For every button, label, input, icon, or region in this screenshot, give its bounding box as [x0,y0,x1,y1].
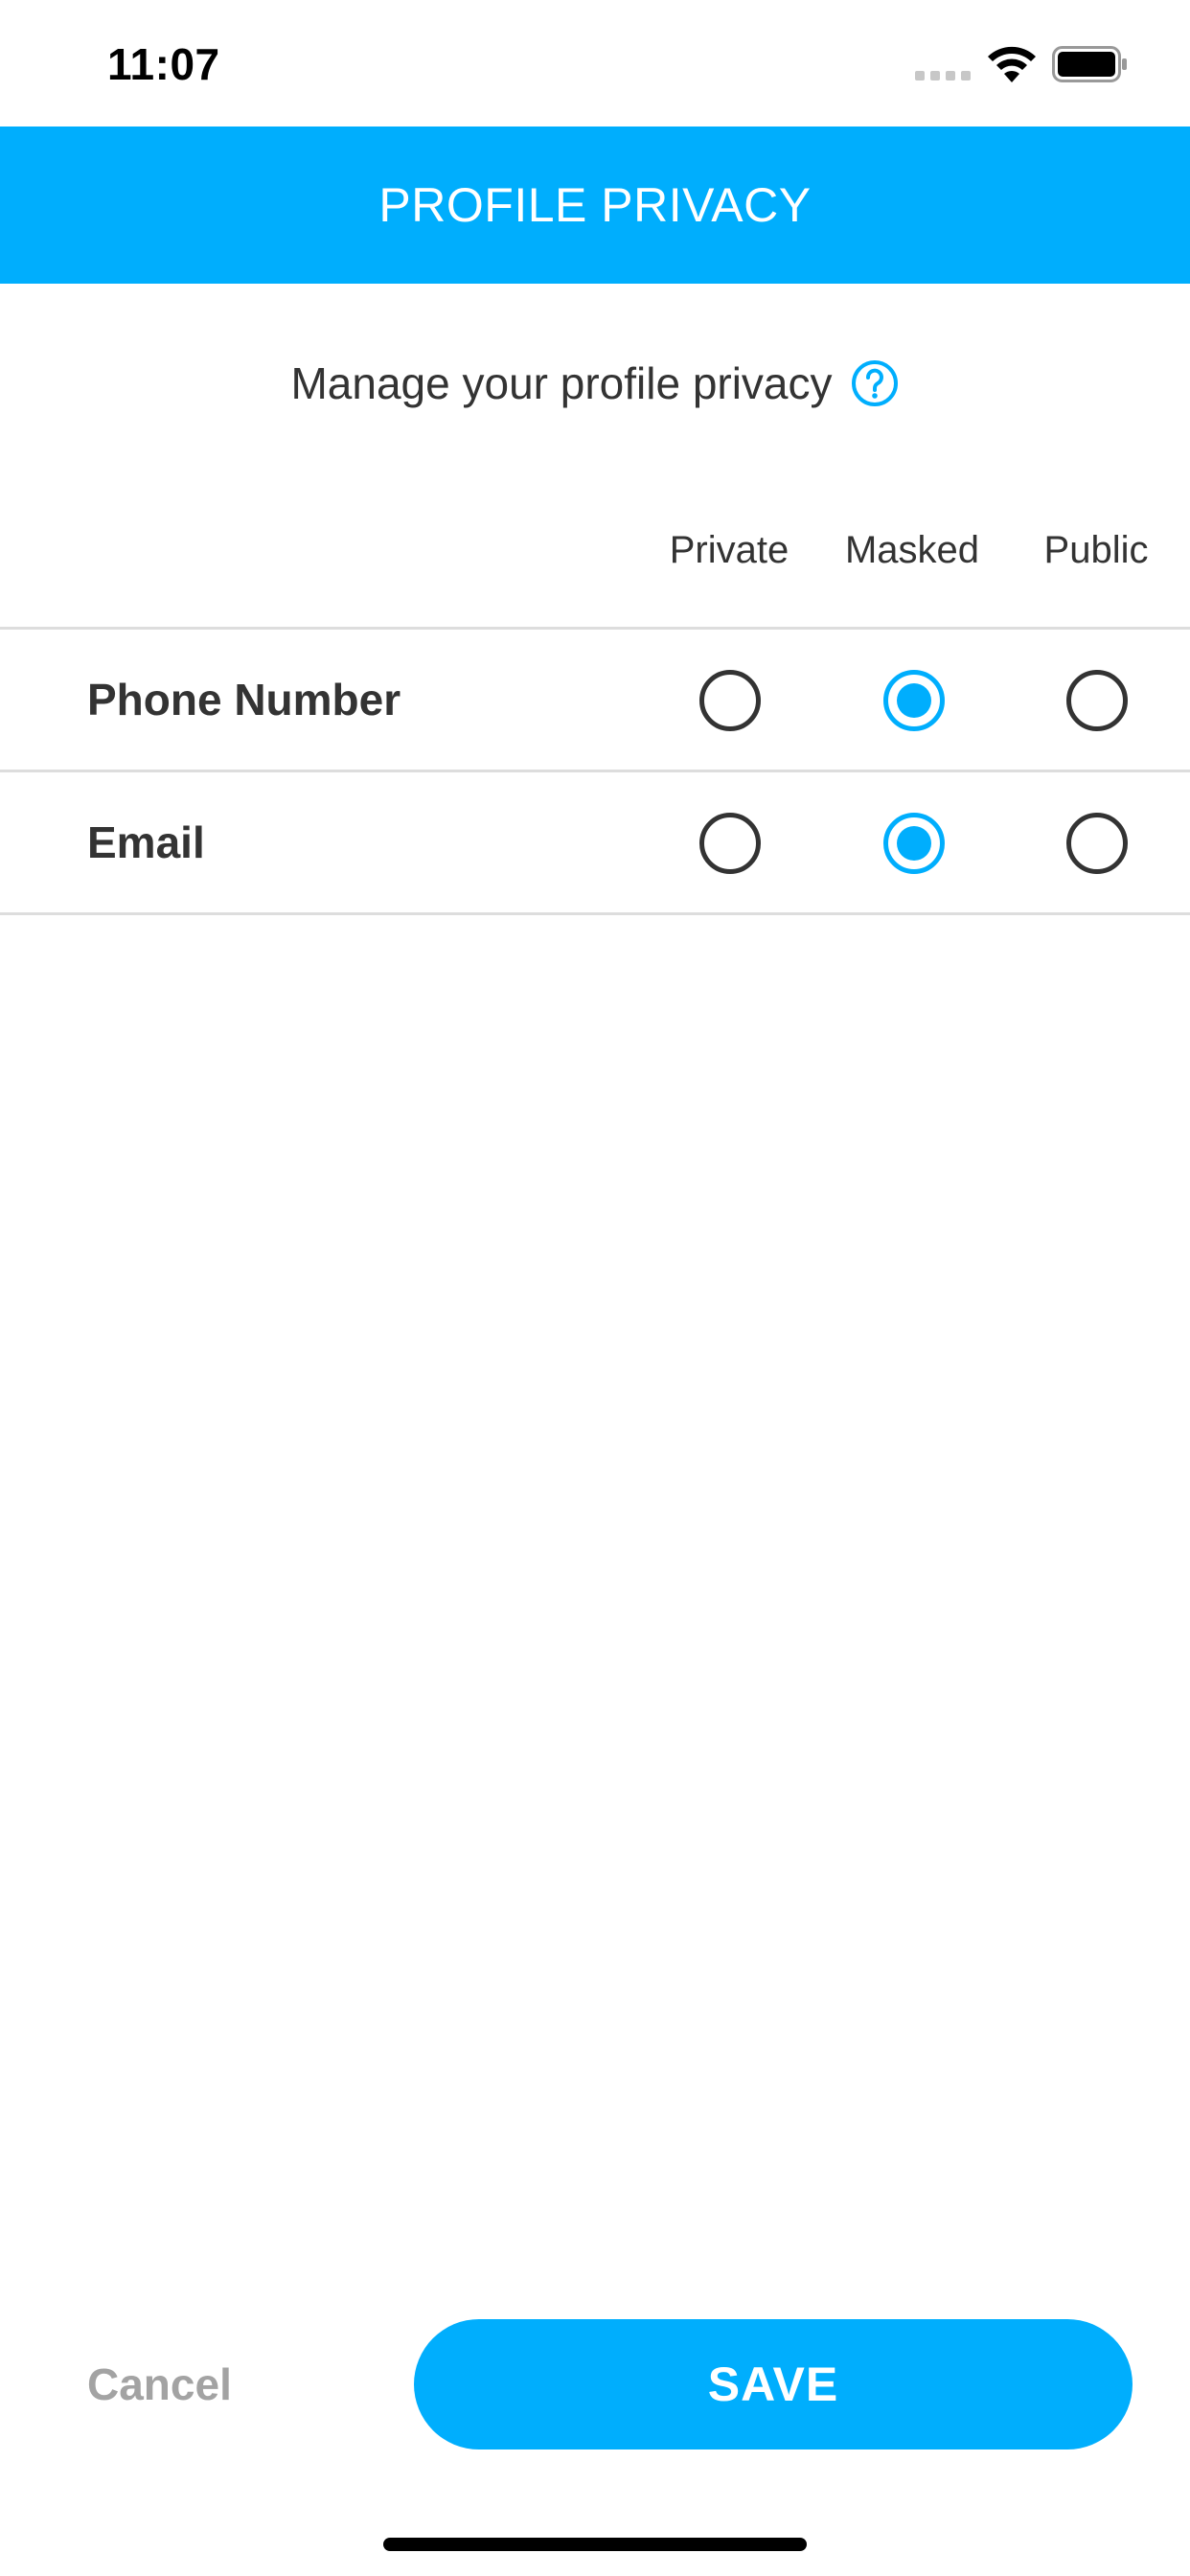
privacy-row-email: Email [0,772,1190,912]
cancel-button[interactable]: Cancel [87,2346,232,2423]
subtitle-text: Manage your profile privacy [290,358,833,408]
row-label-phone-number: Phone Number [87,675,401,724]
email-public-radio[interactable] [1066,813,1128,874]
home-indicator [383,2538,807,2551]
email-masked-radio[interactable] [883,813,945,874]
subtitle-row: Manage your profile privacy [0,345,1190,422]
status-bar: 11:07 [0,0,1190,126]
column-header-public: Public [1043,529,1149,571]
email-private-radio[interactable] [699,813,761,874]
column-header-private: Private [669,529,790,571]
header-bar: PROFILE PRIVACY [0,126,1190,284]
wifi-icon [988,46,1036,82]
signal-dots-icon [915,71,971,80]
phone-private-radio[interactable] [699,670,761,731]
battery-icon [1052,46,1127,82]
help-icon[interactable] [850,358,900,408]
status-time: 11:07 [107,39,220,89]
page-title: PROFILE PRIVACY [378,178,812,232]
row-label-email: Email [87,817,205,867]
save-button[interactable]: SAVE [414,2319,1133,2450]
divider [0,912,1190,915]
phone-masked-radio[interactable] [883,670,945,731]
column-header-masked: Masked [844,529,980,571]
privacy-row-phone-number: Phone Number [0,630,1190,770]
phone-public-radio[interactable] [1066,670,1128,731]
